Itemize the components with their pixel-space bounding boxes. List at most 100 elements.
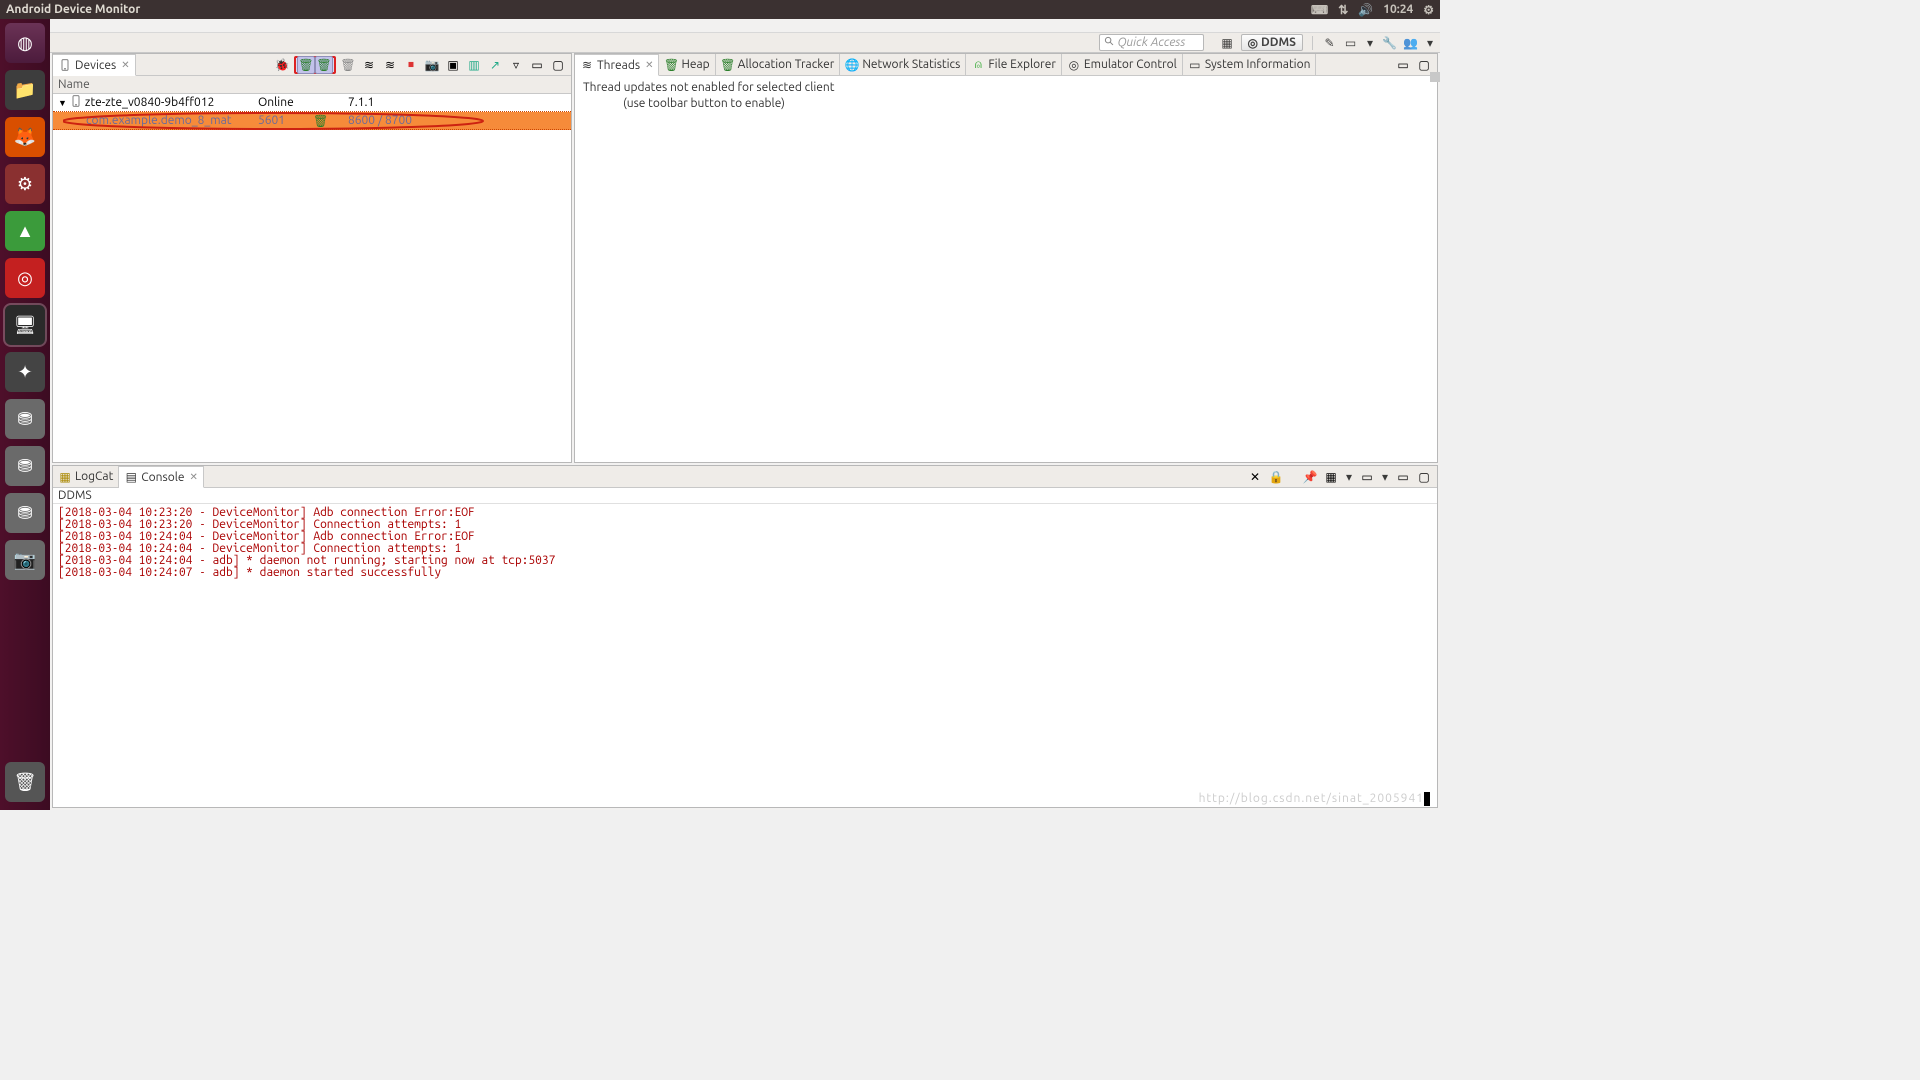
minimize-icon[interactable]: ▭: [1394, 468, 1412, 486]
process-row[interactable]: com.example.demo_8_mat 5601 🗑 8600 / 870…: [53, 112, 571, 130]
tool-prefs-icon[interactable]: 🔧: [1382, 35, 1397, 50]
device-version: 7.1.1: [348, 96, 566, 109]
process-pid: 5601: [258, 114, 313, 127]
method-profiling-icon[interactable]: ≋: [381, 56, 399, 74]
search-icon: [1104, 36, 1115, 50]
launcher-netease-icon[interactable]: ◎: [5, 258, 45, 298]
debug-icon[interactable]: 🐞: [273, 56, 291, 74]
android-icon: ⍝: [971, 58, 985, 72]
console-display-icon[interactable]: ▦: [1322, 468, 1340, 486]
stop-icon[interactable]: ⏹: [402, 56, 420, 74]
arrow-icon[interactable]: ↗: [486, 56, 504, 74]
tab-devices[interactable]: Devices ✕: [53, 54, 136, 76]
console-clear-icon[interactable]: ✕: [1246, 468, 1264, 486]
tab-heap-label: Heap: [681, 58, 709, 71]
perspective-label: DDMS: [1261, 36, 1296, 49]
device-name: zte-zte_v0840-9b4ff012: [85, 96, 214, 109]
open-perspective-icon[interactable]: ▦: [1220, 35, 1235, 50]
close-icon[interactable]: ✕: [121, 59, 129, 71]
tool-new-icon[interactable]: ✎: [1322, 35, 1337, 50]
close-icon[interactable]: ✕: [645, 59, 653, 71]
app-menubar: [50, 19, 1440, 33]
app-toolbar: Quick Access ▦ ◎ DDMS ✎ ▭ ▾ 🔧 👥 ▾: [50, 33, 1440, 53]
tool-window-icon[interactable]: ▭: [1343, 35, 1358, 50]
perspective-ddms-button[interactable]: ◎ DDMS: [1241, 34, 1303, 51]
watermark: http://blog.csdn.net/sinat_2005941: [1199, 791, 1430, 806]
tab-threads[interactable]: ≋ Threads ✕: [575, 54, 659, 76]
tab-emu-label: Emulator Control: [1084, 58, 1177, 71]
tab-heap[interactable]: 🗑 Heap: [659, 54, 715, 75]
launcher-camera-icon[interactable]: 📷: [5, 540, 45, 580]
launcher-trash-icon[interactable]: 🗑: [5, 762, 45, 802]
update-heap-icon[interactable]: 🗑: [297, 56, 315, 74]
minimize-icon[interactable]: ▭: [1394, 56, 1412, 74]
tab-emulator-control[interactable]: ◎ Emulator Control: [1062, 54, 1183, 75]
chevron-down-icon[interactable]: ▾: [1364, 37, 1376, 49]
ddms-icon: ◎: [1248, 36, 1258, 50]
keyboard-icon[interactable]: ⌨: [1311, 3, 1328, 17]
dump-hprof-icon[interactable]: 🗑: [315, 56, 333, 74]
highlighted-heap-buttons: 🗑 🗑: [294, 56, 336, 74]
tab-console[interactable]: ▤ Console ✕: [119, 466, 204, 488]
network-icon: 🌐: [845, 58, 859, 72]
launcher-firefox-icon[interactable]: 🦊: [5, 117, 45, 157]
gear-icon[interactable]: ⚙: [1423, 3, 1434, 17]
tab-alloc-label: Allocation Tracker: [738, 58, 835, 71]
launcher-settings-icon[interactable]: ⚙: [5, 164, 45, 204]
screenshot-icon[interactable]: 📷: [423, 56, 441, 74]
launcher-disk3-icon[interactable]: ⛃: [5, 493, 45, 533]
tab-sys-label: System Information: [1205, 58, 1311, 71]
quick-access-input[interactable]: Quick Access: [1099, 34, 1204, 51]
launcher-disk1-icon[interactable]: ⛃: [5, 399, 45, 439]
expand-chevron-icon[interactable]: ▼: [58, 98, 67, 108]
launcher-dash-icon[interactable]: ◍: [5, 23, 45, 63]
chevron-down-icon[interactable]: ▾: [1379, 471, 1391, 483]
clock[interactable]: 10:24: [1383, 3, 1413, 16]
close-icon[interactable]: ✕: [190, 471, 198, 483]
update-threads-icon[interactable]: ≋: [360, 56, 378, 74]
tab-file-explorer[interactable]: ⍝ File Explorer: [966, 54, 1062, 75]
sysinfo-icon: ▭: [1188, 58, 1202, 72]
tab-logcat[interactable]: ▦ LogCat: [53, 466, 119, 487]
network-icon[interactable]: ⇅: [1338, 3, 1348, 17]
devices-toolbar: 🐞 🗑 🗑 🗑 ≋ ≋ ⏹ 📷 ▣ ▥ ↗ ▿: [269, 54, 571, 75]
device-row[interactable]: ▼ zte-zte_v0840-9b4ff012 Online 7.1.1: [53, 94, 571, 112]
tab-devices-label: Devices: [75, 59, 116, 72]
console-open-icon[interactable]: ▭: [1358, 468, 1376, 486]
alloc-icon: 🗑: [721, 58, 735, 72]
chevron-down-icon[interactable]: ▾: [1343, 471, 1355, 483]
uiautomator-icon[interactable]: ▣: [444, 56, 462, 74]
col-name: Name: [58, 78, 258, 91]
workspace: Devices ✕ 🐞 🗑 🗑 🗑 ≋ ≋ ⏹ �: [50, 53, 1440, 810]
gutter-icon[interactable]: [1430, 72, 1440, 82]
gc-icon[interactable]: 🗑: [339, 56, 357, 74]
view-menu-chevron-icon[interactable]: ▿: [507, 56, 525, 74]
bottom-tabrow: ▦ LogCat ▤ Console ✕ ✕ 🔒 📌 ▦ ▾ ▭: [53, 466, 1437, 488]
console-title: DDMS: [53, 488, 1437, 504]
maximize-icon[interactable]: ▢: [1415, 468, 1433, 486]
maximize-icon[interactable]: ▢: [1415, 56, 1433, 74]
sound-icon[interactable]: 🔊: [1358, 3, 1373, 17]
heap-trash-icon: 🗑: [313, 114, 328, 128]
maximize-icon[interactable]: ▢: [549, 56, 567, 74]
tab-logcat-label: LogCat: [75, 470, 113, 483]
ubuntu-launcher: ◍ 📁 🦊 ⚙ ▲ ◎ 🖥 ✦ ⛃ ⛃ ⛃ 📷 🗑: [0, 19, 50, 810]
console-pin-icon[interactable]: 📌: [1301, 468, 1319, 486]
launcher-androidstudio-icon[interactable]: ▲: [5, 211, 45, 251]
tab-network-statistics[interactable]: 🌐 Network Statistics: [840, 54, 966, 75]
launcher-files-icon[interactable]: 📁: [5, 70, 45, 110]
tab-allocation-tracker[interactable]: 🗑 Allocation Tracker: [716, 54, 841, 75]
tab-system-information[interactable]: ▭ System Information: [1183, 54, 1317, 75]
launcher-monitor-icon[interactable]: 🖥: [5, 305, 45, 345]
launcher-shotwell-icon[interactable]: ✦: [5, 352, 45, 392]
tab-net-label: Network Statistics: [862, 58, 960, 71]
console-body[interactable]: [2018-03-04 10:23:20 - DeviceMonitor] Ad…: [53, 504, 1437, 807]
launcher-disk2-icon[interactable]: ⛃: [5, 446, 45, 486]
tool-team-icon[interactable]: 👥: [1403, 35, 1418, 50]
systrace-icon[interactable]: ▥: [465, 56, 483, 74]
right-gutter: [1430, 72, 1440, 84]
minimize-icon[interactable]: ▭: [528, 56, 546, 74]
console-scroll-lock-icon[interactable]: 🔒: [1267, 468, 1285, 486]
chevron-down-icon[interactable]: ▾: [1424, 37, 1436, 49]
app-window: Quick Access ▦ ◎ DDMS ✎ ▭ ▾ 🔧 👥 ▾ Device…: [50, 19, 1440, 810]
